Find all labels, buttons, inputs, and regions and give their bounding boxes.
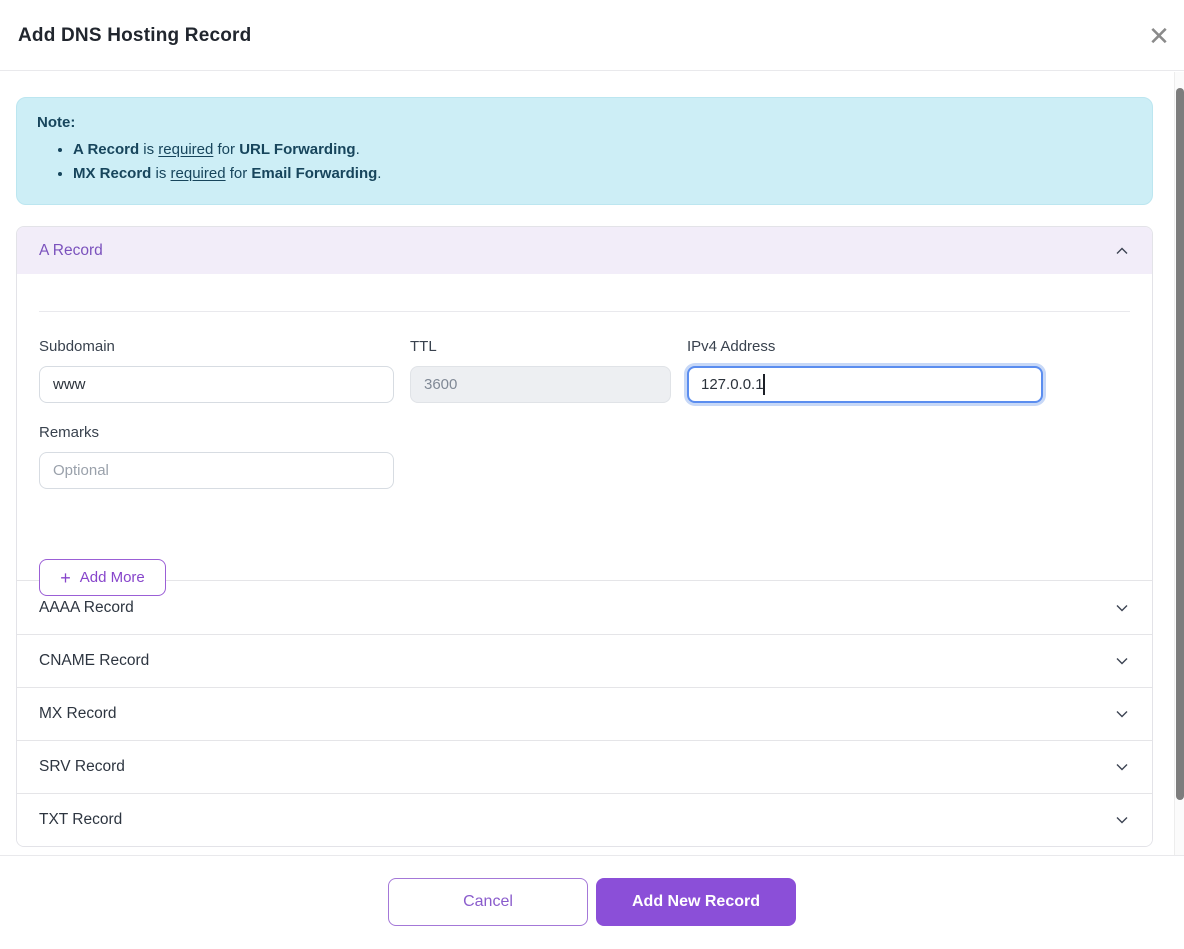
note-bold-text: URL Forwarding — [239, 141, 355, 158]
remarks-label: Remarks — [39, 424, 394, 441]
accordion-header-mx-record[interactable]: MX Record — [17, 687, 1152, 740]
chevron-down-icon — [1114, 759, 1130, 775]
add-more-label: Add More — [80, 569, 145, 586]
text-caret — [763, 374, 765, 395]
note-list: A Record is required for URL Forwarding.… — [37, 138, 1132, 186]
ttl-label: TTL — [410, 338, 671, 355]
subdomain-field-group: Subdomain — [39, 338, 394, 403]
a-record-fields-row: Subdomain TTL IPv4 Address — [39, 338, 1043, 403]
accordion-header-a-record[interactable]: A Record — [17, 227, 1152, 274]
remarks-input[interactable] — [39, 452, 394, 489]
cancel-button[interactable]: Cancel — [388, 878, 588, 926]
chevron-up-icon — [1114, 243, 1130, 259]
modal-header: Add DNS Hosting Record ✕ — [0, 0, 1184, 71]
accordion-title: MX Record — [39, 705, 117, 723]
chevron-down-icon — [1114, 653, 1130, 669]
close-icon[interactable]: ✕ — [1145, 22, 1173, 50]
note-underlined-text: required — [158, 141, 213, 158]
accordion-header-aaaa-record[interactable]: AAAA Record — [17, 581, 1152, 634]
note-text: for — [226, 165, 252, 182]
note-text: is — [139, 141, 158, 158]
subdomain-input[interactable] — [39, 366, 394, 403]
page-title: Add DNS Hosting Record — [18, 0, 251, 71]
note-bold-text: Email Forwarding — [251, 165, 377, 182]
ipv4-field-group: IPv4 Address — [687, 338, 1043, 403]
modal-footer: Cancel Add New Record — [0, 855, 1184, 949]
vertical-scrollbar-thumb[interactable] — [1176, 88, 1184, 800]
accordion-title: AAAA Record — [39, 599, 134, 617]
accordion-title: TXT Record — [39, 811, 122, 829]
note-text: is — [151, 165, 170, 182]
chevron-down-icon — [1114, 600, 1130, 616]
add-more-button[interactable]: + Add More — [39, 559, 166, 596]
subdomain-label: Subdomain — [39, 338, 394, 355]
note-text: for — [213, 141, 239, 158]
ttl-field-group: TTL — [410, 338, 671, 403]
record-accordion: A Record Subdomain TTL IPv4 Address — [16, 226, 1153, 847]
plus-icon: + — [60, 569, 71, 587]
remarks-field-group: Remarks — [39, 424, 394, 489]
add-new-record-button[interactable]: Add New Record — [596, 878, 796, 926]
vertical-scrollbar-track[interactable] — [1174, 72, 1184, 855]
ttl-input — [410, 366, 671, 403]
note-text: . — [377, 165, 381, 182]
ipv4-label: IPv4 Address — [687, 338, 1043, 355]
note-heading: Note: — [37, 114, 1132, 131]
note-item-a-record: A Record is required for URL Forwarding. — [73, 138, 1132, 162]
note-bold-text: A Record — [73, 141, 139, 158]
note-text: . — [356, 141, 360, 158]
accordion-header-cname-record[interactable]: CNAME Record — [17, 634, 1152, 687]
accordion-header-srv-record[interactable]: SRV Record — [17, 740, 1152, 793]
note-box: Note: A Record is required for URL Forwa… — [16, 97, 1153, 205]
accordion-header-txt-record[interactable]: TXT Record — [17, 793, 1152, 846]
accordion-title: SRV Record — [39, 758, 125, 776]
ipv4-input-wrap — [687, 366, 1043, 403]
chevron-down-icon — [1114, 812, 1130, 828]
accordion-title: A Record — [39, 242, 103, 260]
a-record-panel: Subdomain TTL IPv4 Address Remarks + Add… — [17, 274, 1152, 581]
panel-divider — [39, 311, 1130, 312]
note-item-mx-record: MX Record is required for Email Forwardi… — [73, 162, 1132, 186]
chevron-down-icon — [1114, 706, 1130, 722]
note-bold-text: MX Record — [73, 165, 151, 182]
note-underlined-text: required — [171, 165, 226, 182]
ipv4-input[interactable] — [687, 366, 1043, 403]
accordion-title: CNAME Record — [39, 652, 149, 670]
